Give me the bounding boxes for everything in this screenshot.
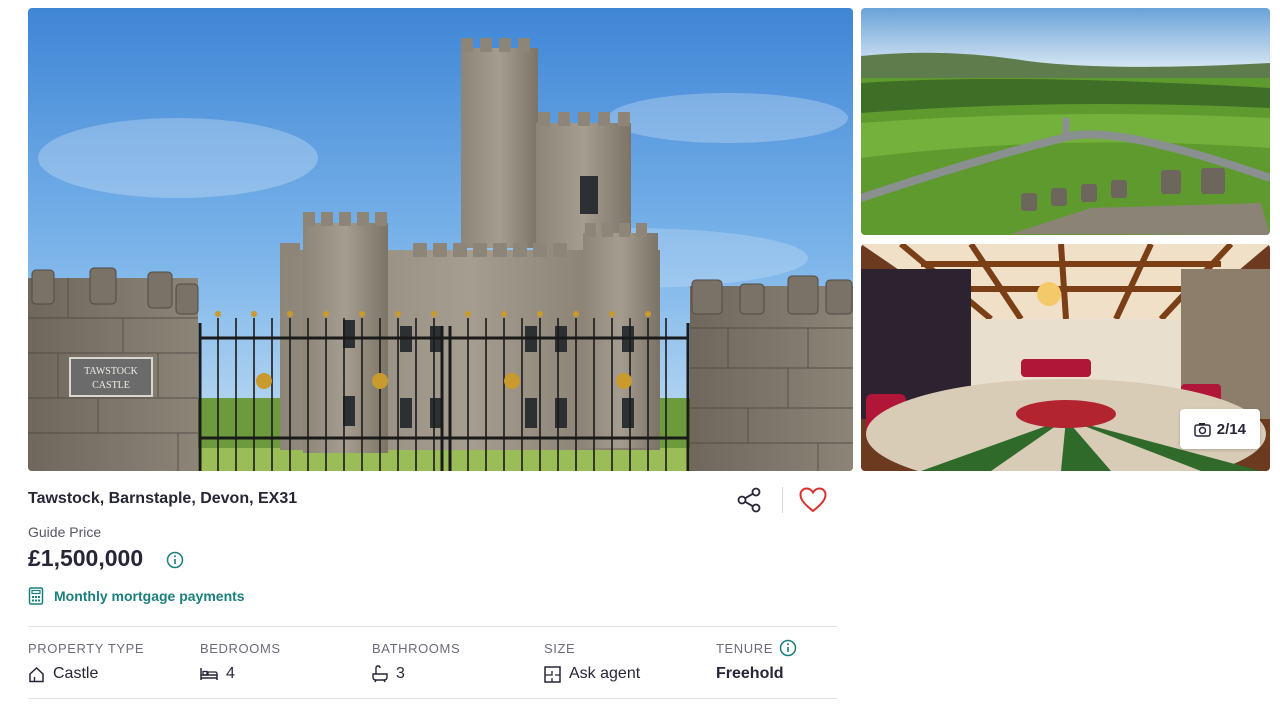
heart-icon [799, 487, 827, 513]
share-button[interactable] [730, 484, 768, 516]
main-photo[interactable]: TAWSTOCK CASTLE [28, 8, 853, 471]
photo-count-label: 2/14 [1216, 420, 1246, 438]
actions-divider [782, 487, 783, 513]
castle-photo: TAWSTOCK CASTLE [28, 8, 853, 471]
sign-line-2: CASTLE [92, 380, 130, 391]
bath-icon [372, 665, 388, 683]
price-info-button[interactable] [166, 551, 184, 574]
floorplan-icon [544, 665, 561, 683]
detail-bedrooms: BEDROOMS 4 [200, 640, 281, 684]
detail-value: Ask agent [569, 665, 641, 682]
house-icon [29, 666, 44, 682]
details-top-divider [28, 626, 837, 627]
interior-photo[interactable]: 2/14 [861, 244, 1270, 471]
photo-count-button[interactable]: 2/14 [1179, 409, 1260, 449]
sign-line-1: TAWSTOCK [84, 366, 139, 377]
bed-icon [200, 668, 218, 680]
listing-actions [730, 484, 829, 516]
detail-label: TENURE [716, 640, 774, 656]
photo-gallery: TAWSTOCK CASTLE 2/14 [28, 8, 1270, 471]
detail-label: BEDROOMS [200, 640, 281, 656]
detail-label: SIZE [544, 640, 576, 656]
details-bottom-divider [28, 698, 837, 699]
detail-tenure: TENURE Freehold [716, 639, 797, 684]
info-icon [166, 551, 184, 569]
detail-value: 3 [396, 665, 405, 682]
save-favourite-button[interactable] [797, 484, 829, 516]
detail-property-type: PROPERTY TYPE Castle [28, 640, 144, 684]
camera-icon [1194, 422, 1211, 437]
detail-value: Castle [53, 665, 99, 682]
detail-value: 4 [226, 665, 235, 682]
price-label: Guide Price [28, 524, 102, 540]
price-value: £1,500,000 [28, 545, 144, 571]
calculator-icon [28, 587, 44, 605]
share-icon [737, 487, 761, 513]
tenure-info-icon[interactable] [779, 639, 797, 657]
mortgage-link-label: Monthly mortgage payments [54, 588, 245, 604]
detail-label: PROPERTY TYPE [28, 640, 145, 656]
key-details: PROPERTY TYPE Castle BEDROOMS 4 BATHROOM… [28, 639, 837, 686]
listing-address: Tawstock, Barnstaple, Devon, EX31 [28, 490, 298, 507]
detail-size: SIZE Ask agent [544, 640, 640, 684]
detail-label: BATHROOMS [372, 640, 461, 656]
detail-value: Freehold [716, 665, 784, 682]
mortgage-link[interactable]: Monthly mortgage payments [28, 587, 245, 605]
aerial-grounds-photo[interactable] [861, 8, 1270, 235]
detail-bathrooms: BATHROOMS 3 [372, 640, 460, 684]
